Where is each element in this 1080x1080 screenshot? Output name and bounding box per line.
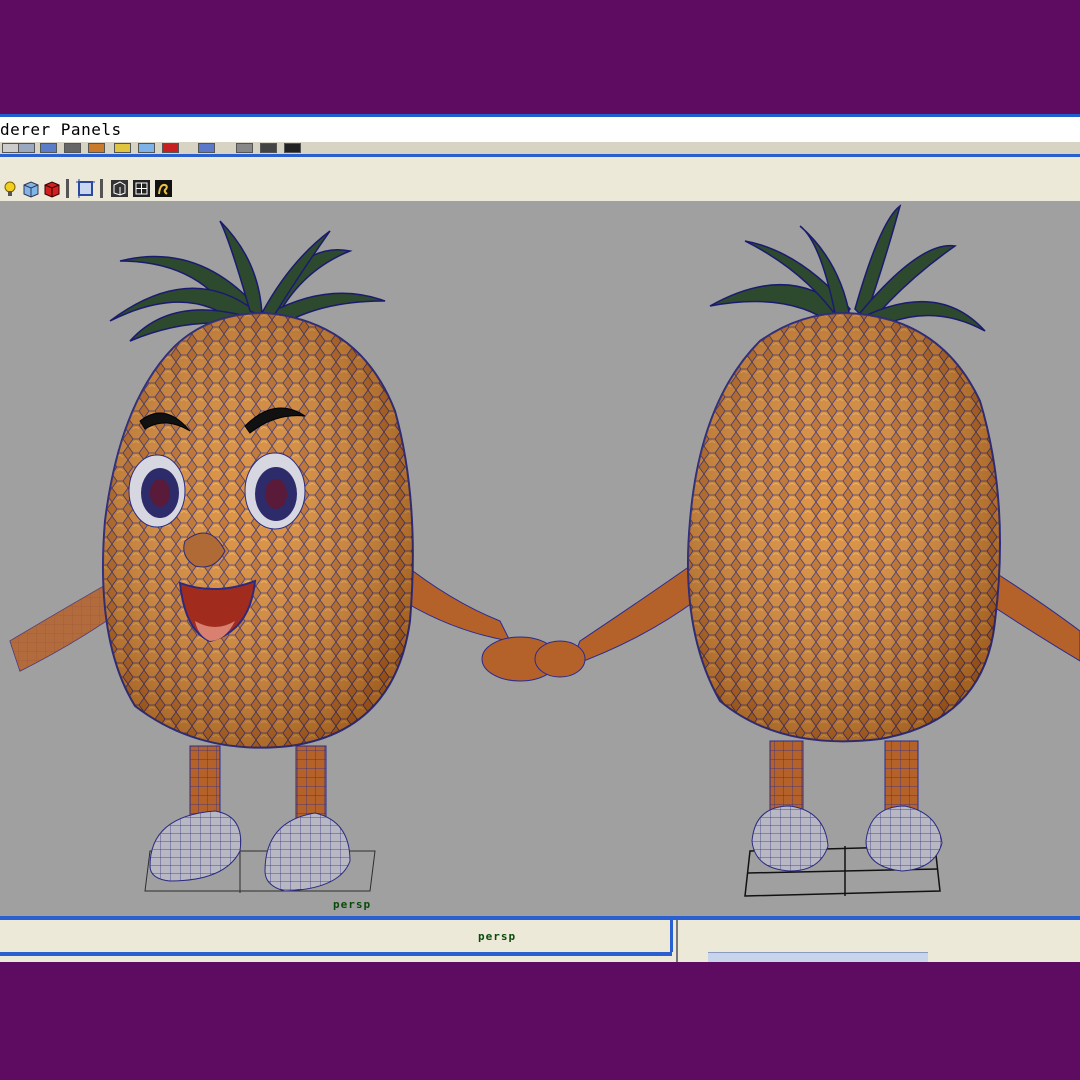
shelf-icon[interactable]: [260, 143, 277, 153]
cube-icon[interactable]: [21, 179, 40, 198]
pineapple-back: [534, 204, 1080, 897]
light-icon[interactable]: [0, 179, 19, 198]
shelf-icon[interactable]: [114, 143, 131, 153]
shelf-icon[interactable]: [162, 143, 179, 153]
shelf-icon[interactable]: [88, 143, 105, 153]
wireframe-box-icon[interactable]: [110, 179, 129, 198]
shelf-icon[interactable]: [40, 143, 57, 153]
toolbar-separator: [66, 179, 69, 198]
bottom-viewport-bar[interactable]: persp: [0, 920, 673, 952]
viewport-camera-label: persp: [333, 898, 372, 911]
shelf-icon[interactable]: [2, 143, 19, 153]
menu-text[interactable]: derer Panels: [0, 120, 122, 139]
pineapple-front: [9, 220, 559, 893]
menu-bar[interactable]: derer Panels: [0, 114, 1080, 142]
purple-frame-top: [0, 0, 1080, 114]
red-cube-icon[interactable]: [42, 179, 61, 198]
side-panel: [676, 920, 1080, 962]
shelf-icon[interactable]: [138, 143, 155, 153]
scroll-track[interactable]: [708, 952, 928, 962]
bottom-camera-label: persp: [478, 930, 517, 943]
toolbar-separator: [100, 179, 103, 198]
perspective-viewport[interactable]: persp: [0, 201, 1080, 916]
shelf-icon[interactable]: [284, 143, 301, 153]
frame-icon[interactable]: [76, 179, 95, 198]
render-icon[interactable]: [154, 179, 173, 198]
purple-frame-bottom: [0, 962, 1080, 1080]
panel-divider-bottom: [0, 952, 672, 956]
panel-toolbar: [0, 177, 1080, 202]
shelf-icon[interactable]: [18, 143, 35, 153]
spacer: [0, 157, 1080, 177]
shelf-icon[interactable]: [198, 143, 215, 153]
pineapple-models: [9, 204, 1080, 897]
grid-box-icon[interactable]: [132, 179, 151, 198]
maya-window: derer Panels persp persp: [0, 114, 1080, 962]
shelf-icon[interactable]: [236, 143, 253, 153]
shelf-icon[interactable]: [64, 143, 81, 153]
